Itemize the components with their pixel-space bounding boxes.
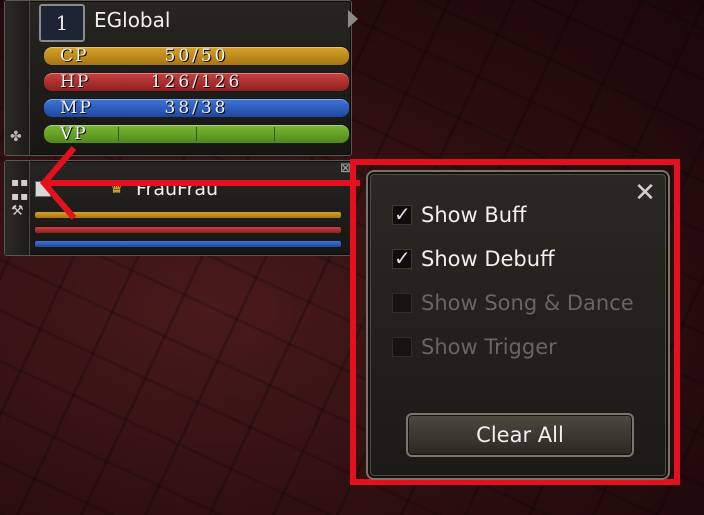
- close-icon[interactable]: ✕: [634, 180, 656, 206]
- show-song-dance-option[interactable]: Show Song & Dance: [392, 290, 634, 316]
- show-trigger-label: Show Trigger: [421, 335, 557, 359]
- show-song-dance-label: Show Song & Dance: [421, 291, 634, 315]
- show-trigger-option[interactable]: Show Trigger: [392, 334, 557, 360]
- show-buff-label: Show Buff: [421, 203, 527, 227]
- show-trigger-checkbox[interactable]: [392, 337, 412, 357]
- checkmark-icon: ✓: [394, 202, 411, 226]
- show-buff-option[interactable]: ✓ Show Buff: [392, 202, 527, 228]
- clear-all-button[interactable]: Clear All: [406, 413, 634, 457]
- show-debuff-option[interactable]: ✓ Show Debuff: [392, 246, 555, 272]
- checkmark-icon: ✓: [394, 246, 411, 270]
- show-buff-checkbox[interactable]: ✓: [392, 202, 412, 226]
- show-song-dance-checkbox[interactable]: [392, 293, 412, 313]
- show-debuff-checkbox[interactable]: ✓: [392, 246, 412, 270]
- show-debuff-label: Show Debuff: [421, 247, 555, 271]
- buff-settings-popup: ✕ ✓ Show Buff ✓ Show Debuff Show Song & …: [366, 170, 670, 480]
